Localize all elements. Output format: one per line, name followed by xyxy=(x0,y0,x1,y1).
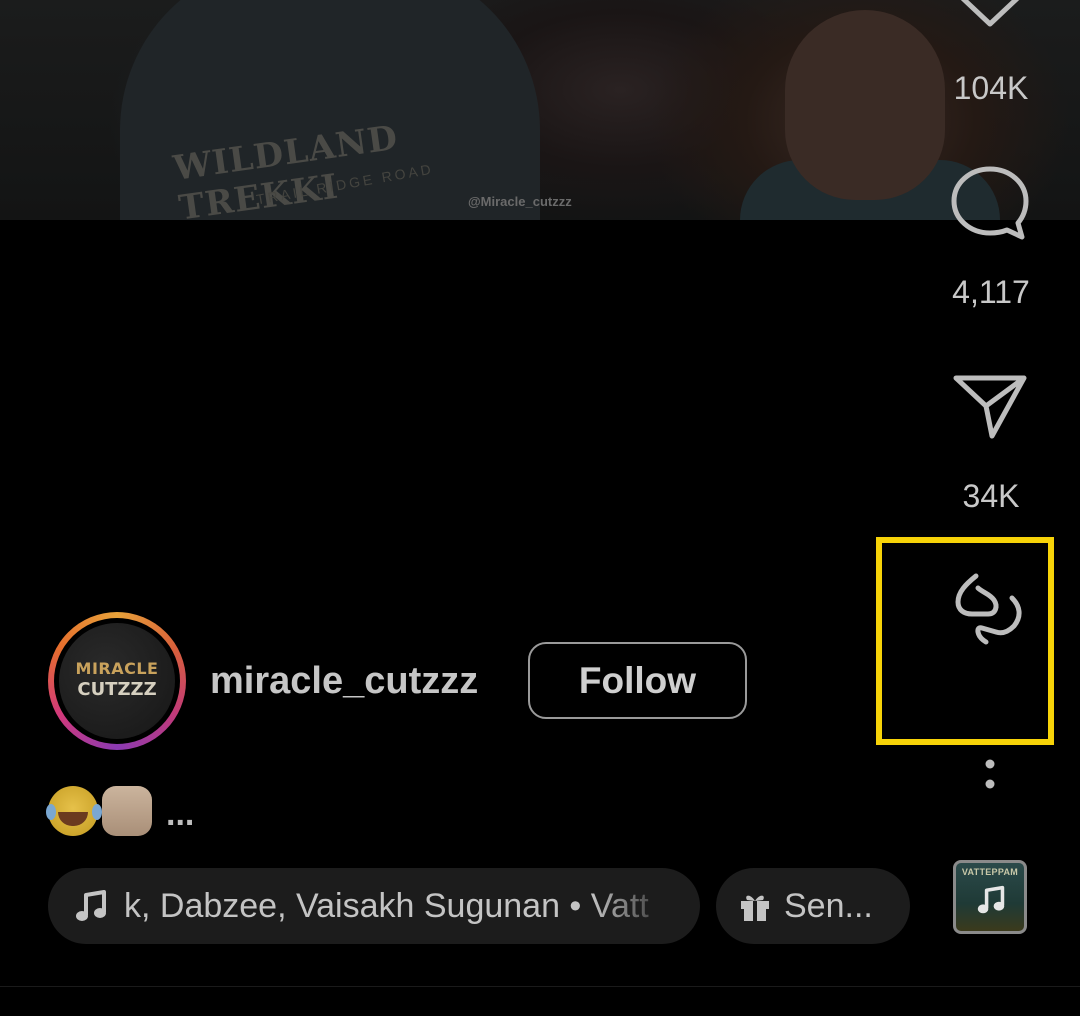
follow-button[interactable]: Follow xyxy=(528,642,747,719)
avatar-ring-gap: MIRACLE CUTZZZ xyxy=(54,618,180,744)
avatar-image: MIRACLE CUTZZZ xyxy=(59,623,175,739)
send-gift-chip[interactable]: Sen... xyxy=(716,868,910,944)
comment-count: 4,117 xyxy=(952,274,1030,310)
highlight-box xyxy=(876,537,1054,745)
caption[interactable]: ... xyxy=(46,786,194,836)
share-icon[interactable] xyxy=(952,372,1030,442)
audio-track-text: k, Dabzee, Vaisakh Sugunan • Vatt xyxy=(124,886,649,925)
audio-chip[interactable]: k, Dabzee, Vaisakh Sugunan • Vatt xyxy=(48,868,700,944)
like-count: 104K xyxy=(953,70,1029,106)
bottom-divider xyxy=(0,986,1080,987)
fist-emoji-icon xyxy=(102,786,152,836)
more-options-icon[interactable] xyxy=(982,758,998,792)
music-note-icon xyxy=(76,890,106,921)
caption-more[interactable]: ... xyxy=(166,795,194,834)
audio-album-art[interactable]: VATTEPPAM xyxy=(953,860,1027,934)
laughing-emoji-icon xyxy=(46,786,98,836)
video-frame[interactable]: WILDLAND TREKKI TRAIL RIDGE ROAD @Miracl… xyxy=(0,0,1080,220)
comment-icon[interactable] xyxy=(948,163,1032,243)
share-count: 34K xyxy=(962,478,1020,514)
gift-icon xyxy=(741,895,769,921)
reels-screen: WILDLAND TREKKI TRAIL RIDGE ROAD @Miracl… xyxy=(0,0,1080,1016)
username[interactable]: miracle_cutzzz xyxy=(210,660,478,703)
avatar-logo-line1: MIRACLE xyxy=(75,659,159,678)
album-title: VATTEPPAM xyxy=(961,867,1019,877)
send-gift-label: Sen... xyxy=(784,886,873,925)
album-music-note-icon xyxy=(977,885,1005,914)
avatar-logo-line2: CUTZZZ xyxy=(77,679,157,700)
video-watermark: @Miracle_cutzzz xyxy=(468,194,572,209)
heart-icon[interactable] xyxy=(950,0,1030,30)
avatar[interactable]: MIRACLE CUTZZZ xyxy=(48,612,186,750)
person-right-face xyxy=(785,10,945,200)
